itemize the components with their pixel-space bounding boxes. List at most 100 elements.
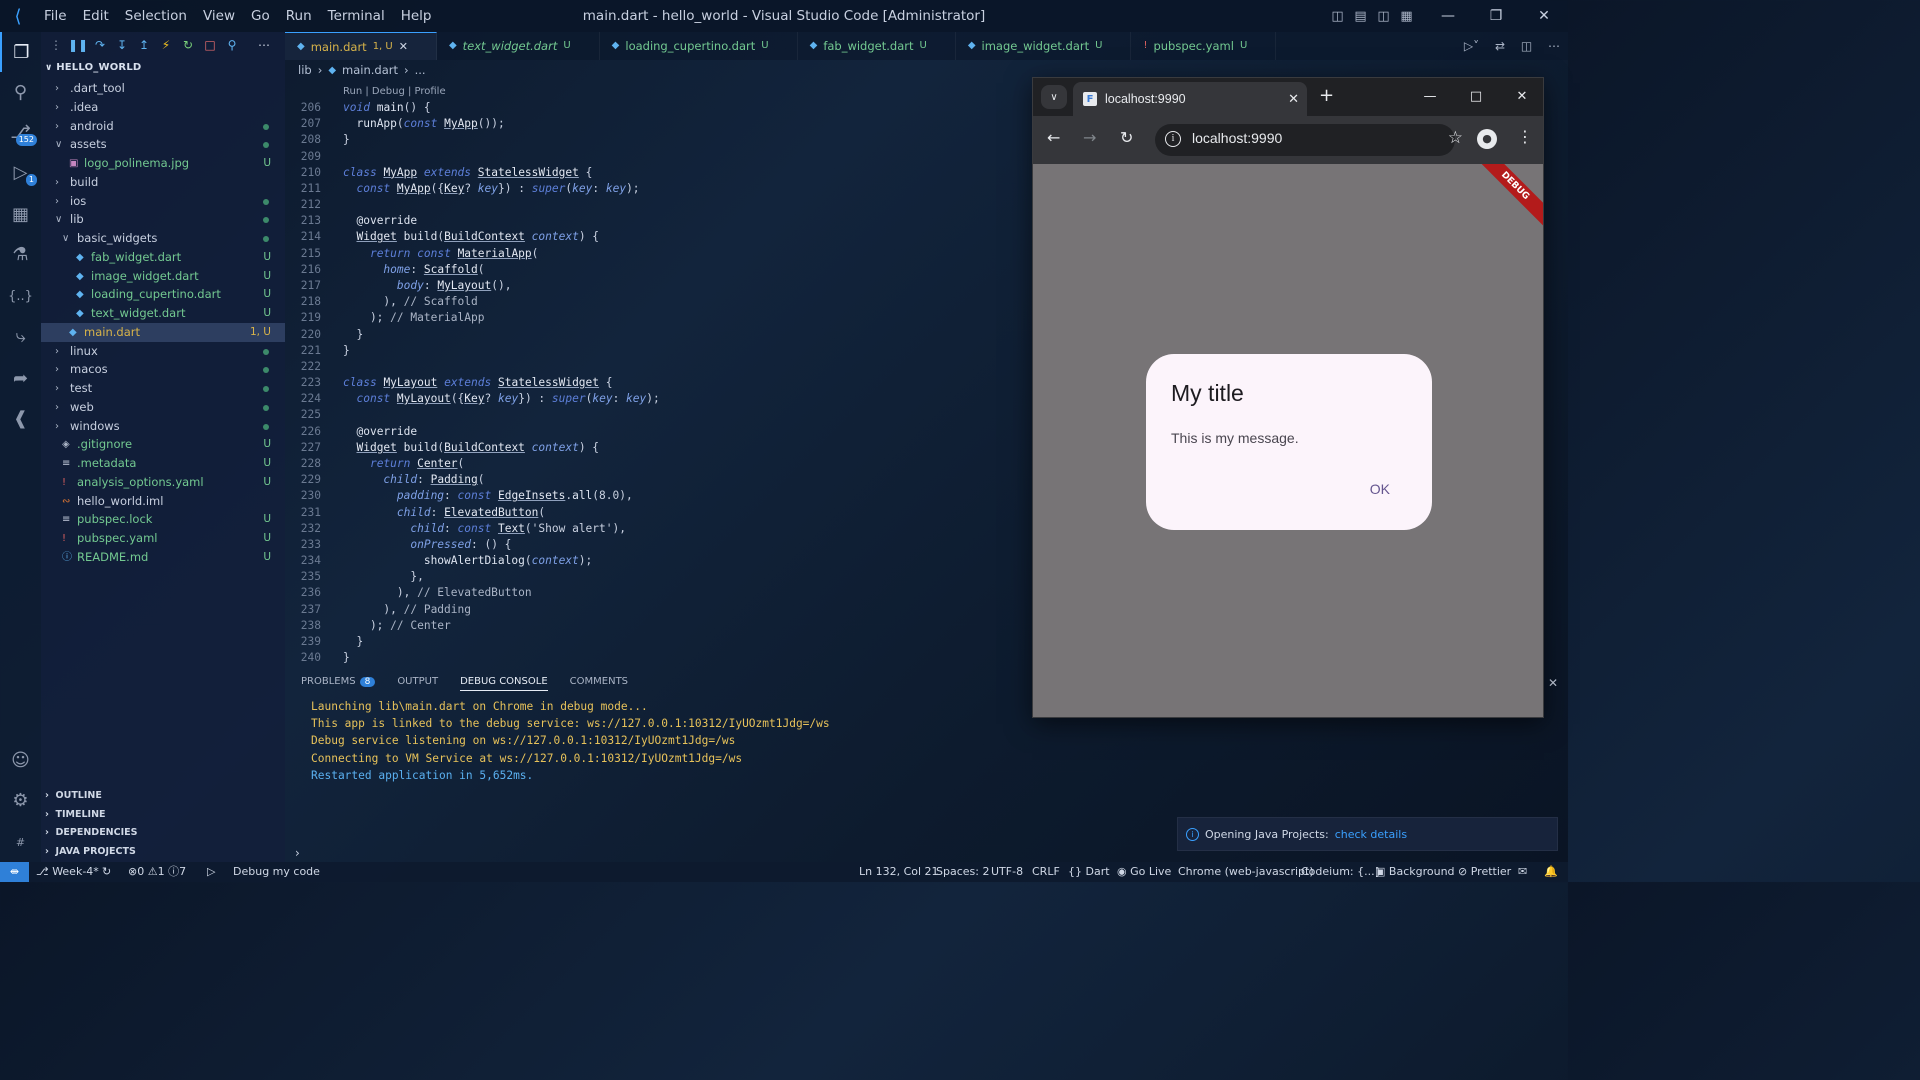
encoding[interactable]: UTF-8 (991, 862, 1023, 882)
notification-link[interactable]: check details (1335, 828, 1407, 841)
file-item[interactable]: ◆ fab_widget.dart U (41, 248, 285, 267)
compare-changes-icon[interactable]: ⇄ (1495, 39, 1505, 53)
minimize-window-icon[interactable]: — (1424, 8, 1472, 24)
restart-icon[interactable]: ↻ (177, 38, 199, 52)
code-line[interactable]: 231 child: ElevatedButton( (285, 505, 1025, 521)
flutter-device[interactable]: Chrome (web-javascript) (1178, 862, 1314, 882)
extensions-icon[interactable]: ▦ (0, 194, 41, 234)
profile-avatar-icon[interactable]: ● (1477, 129, 1497, 149)
line-endings[interactable]: CRLF (1032, 862, 1060, 882)
code-line[interactable]: 228 return Center( (285, 456, 1025, 472)
folder-item[interactable]: › android (41, 117, 285, 136)
section-java-projects[interactable]: › JAVA PROJECTS (45, 843, 136, 861)
site-info-icon[interactable]: i (1165, 131, 1181, 147)
run-icon[interactable]: ▷˅ (1464, 39, 1479, 53)
code-line[interactable]: 213 @override (285, 213, 1025, 229)
panel-tab-comments[interactable]: COMMENTS (570, 676, 628, 691)
debug-config[interactable]: Debug my code (233, 862, 320, 882)
close-panel-icon[interactable]: ✕ (1548, 676, 1558, 690)
code-editor[interactable]: Run | Debug | Profile 206 void main() {20… (285, 82, 1031, 670)
dialog-ok-button[interactable]: OK (1370, 481, 1390, 497)
code-line[interactable]: 216 home: Scaffold( (285, 262, 1025, 278)
section-dependencies[interactable]: › DEPENDENCIES (45, 824, 137, 842)
notifications-bell-icon[interactable]: 🔔 (1544, 862, 1558, 882)
drag-handle-icon[interactable]: ⋮ (45, 38, 67, 52)
file-item[interactable]: ∾ hello_world.iml (41, 492, 285, 511)
tab-image_widget-dart[interactable]: ◆ image_widget.dart U (956, 32, 1132, 60)
new-tab-icon[interactable]: + (1319, 85, 1334, 106)
debug-launch-icon[interactable]: ▷ (207, 862, 215, 882)
code-line[interactable]: 227 Widget build(BuildContext context) { (285, 440, 1025, 456)
folder-item[interactable]: ∨ assets (41, 135, 285, 154)
codeium-status[interactable]: Codeium: {...} (1301, 862, 1382, 882)
code-line[interactable]: 221} (285, 343, 1025, 359)
problems-status[interactable]: ⊗0 ⚠1 ⓘ7 (128, 862, 186, 882)
code-line[interactable]: 230 padding: const EdgeInsets.all(8.0), (285, 488, 1025, 504)
inspect-icon[interactable]: ⚲ (221, 38, 243, 52)
pause-icon[interactable]: ❚❚ (67, 38, 89, 52)
back-arrow-icon[interactable]: ← (1047, 128, 1060, 147)
code-line[interactable]: 240} (285, 650, 1025, 666)
menu-help[interactable]: Help (393, 0, 440, 32)
console-prompt-icon[interactable]: › (295, 846, 300, 860)
sync-icon[interactable]: ↻ (102, 862, 111, 882)
toggle-primary-sidebar-icon[interactable]: ◫ (1326, 9, 1349, 24)
menu-view[interactable]: View (195, 0, 243, 32)
folder-item[interactable]: › web (41, 398, 285, 417)
breadcrumb-symbol[interactable]: ... (415, 63, 426, 77)
step-over-icon[interactable]: ↷ (89, 38, 111, 52)
code-line[interactable]: 207 runApp(const MyApp()); (285, 116, 1025, 132)
file-item[interactable]: ▣ logo_polinema.jpg U (41, 154, 285, 173)
code-line[interactable]: 220 } (285, 327, 1025, 343)
more-actions-icon[interactable]: ⋯ (1548, 39, 1560, 53)
file-item[interactable]: ! pubspec.yaml U (41, 529, 285, 548)
browser-close-icon[interactable]: ✕ (1499, 78, 1543, 116)
tab-search-icon[interactable]: ∨ (1041, 85, 1067, 109)
section-outline[interactable]: › OUTLINE (45, 787, 102, 805)
folder-item[interactable]: ∨ basic_widgets (41, 229, 285, 248)
menu-edit[interactable]: Edit (75, 0, 117, 32)
step-into-icon[interactable]: ↧ (111, 38, 133, 52)
folder-item[interactable]: › .idea (41, 98, 285, 117)
file-item[interactable]: ◆ loading_cupertino.dart U (41, 285, 285, 304)
indentation[interactable]: Spaces: 2 (936, 862, 989, 882)
file-item[interactable]: ◆ main.dart 1, U (41, 322, 285, 342)
background-status[interactable]: ▣ Background (1375, 862, 1455, 882)
run-debug-icon[interactable]: ▷ 1 (0, 152, 41, 192)
tab-fab_widget-dart[interactable]: ◆ fab_widget.dart U (798, 32, 956, 60)
folder-item[interactable]: › macos (41, 360, 285, 379)
code-line[interactable]: 237 ), // Padding (285, 602, 1025, 618)
folder-item[interactable]: › ios (41, 192, 285, 211)
bookmark-star-icon[interactable]: ☆ (1448, 128, 1463, 148)
remote-indicator-icon[interactable]: ⇼ (0, 862, 29, 882)
code-line[interactable]: 234 showAlertDialog(context); (285, 553, 1025, 569)
flutter-app-viewport[interactable]: DEBUG My title This is my message. OK (1033, 164, 1543, 717)
code-line[interactable]: 212 (285, 197, 1025, 213)
file-item[interactable]: ≡ .metadata U (41, 454, 285, 473)
hot-reload-icon[interactable]: ⚡ (155, 38, 177, 52)
toggle-secondary-sidebar-icon[interactable]: ◫ (1372, 9, 1395, 24)
file-item[interactable]: ◆ image_widget.dart U (41, 267, 285, 286)
flutter-icon[interactable]: ⤷ (0, 316, 41, 356)
file-item[interactable]: ⓘ README.md U (41, 548, 285, 567)
tab-main-dart[interactable]: ◆ main.dart 1, U ✕ (285, 32, 437, 60)
explorer-icon[interactable]: ❐ (0, 32, 41, 72)
stop-icon[interactable]: □ (199, 38, 221, 52)
file-item[interactable]: ◆ text_widget.dart U (41, 304, 285, 323)
reload-icon[interactable]: ↻ (1120, 128, 1133, 147)
file-item[interactable]: ≡ pubspec.lock U (41, 510, 285, 529)
code-line[interactable]: 219 ); // MaterialApp (285, 310, 1025, 326)
code-line[interactable]: 214 Widget build(BuildContext context) { (285, 229, 1025, 245)
chrome-menu-icon[interactable]: ⋮ (1517, 127, 1533, 146)
search-icon[interactable]: ⚲ (0, 72, 41, 112)
prettier-status[interactable]: ⊘ Prettier (1458, 862, 1511, 882)
code-line[interactable]: 225 (285, 407, 1025, 423)
code-line[interactable]: 239 } (285, 634, 1025, 650)
codeium-hash-icon[interactable]: # (0, 822, 41, 862)
code-line[interactable]: 224 const MyLayout({Key? key}) : super(k… (285, 391, 1025, 407)
json-icon[interactable]: {..} (0, 276, 41, 316)
code-line[interactable]: 209 (285, 149, 1025, 165)
folder-item[interactable]: › windows (41, 417, 285, 436)
code-line[interactable]: 235 }, (285, 569, 1025, 585)
code-line[interactable]: 226 @override (285, 424, 1025, 440)
